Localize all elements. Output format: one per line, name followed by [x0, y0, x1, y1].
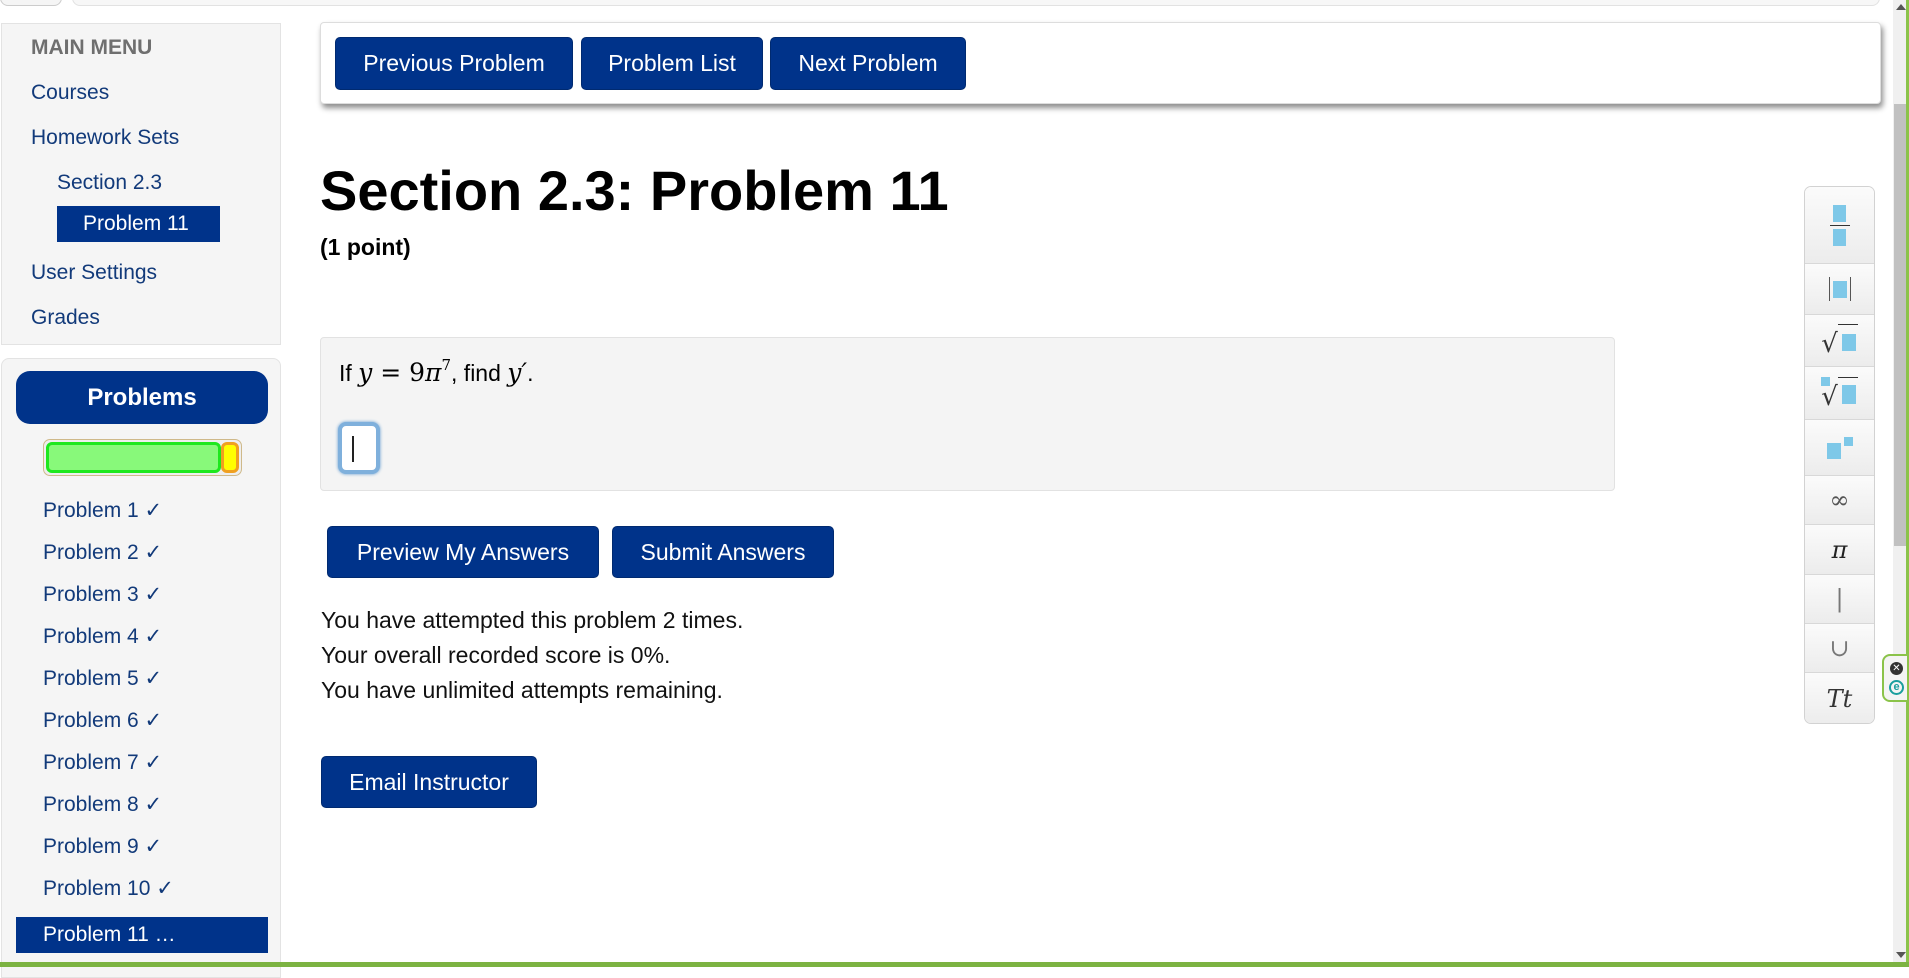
- text-mode-icon: Tt: [1826, 685, 1853, 713]
- progress-partial-segment: [221, 442, 239, 473]
- square-root-icon: √: [1821, 324, 1858, 357]
- scroll-up-arrow-icon[interactable]: [1896, 4, 1906, 10]
- palette-square-root-button[interactable]: √: [1805, 315, 1874, 367]
- pi-icon: π: [1831, 535, 1848, 564]
- progress-correct-segment: [46, 442, 221, 473]
- palette-union-button[interactable]: ∪: [1805, 624, 1874, 673]
- palette-infinity-button[interactable]: ∞: [1805, 476, 1874, 525]
- problems-panel-title: Problems: [16, 371, 268, 424]
- palette-nth-root-button[interactable]: √: [1805, 367, 1874, 420]
- statement-suffix: .: [527, 360, 534, 386]
- math-expression: y = 9π7: [358, 356, 452, 387]
- math-palette: √ √ ∞ π | ∪ Tt: [1804, 186, 1875, 724]
- attempts-message: You have attempted this problem 2 times.: [321, 607, 744, 633]
- browser-top-strip: [0, 0, 1880, 6]
- problem-points: (1 point): [320, 234, 411, 260]
- absolute-value-icon: [1828, 277, 1851, 301]
- progress-bar: [43, 439, 242, 476]
- menu-item-courses[interactable]: Courses: [31, 81, 109, 105]
- menu-item-current-problem[interactable]: Problem 11: [57, 206, 220, 242]
- problem-list-item[interactable]: Problem 8 ✓: [43, 792, 162, 817]
- math-coefficient: 9: [409, 358, 426, 387]
- problem-list-item-current[interactable]: Problem 11 …: [16, 917, 268, 953]
- infinity-icon: ∞: [1829, 486, 1850, 514]
- email-instructor-button[interactable]: Email Instructor: [321, 756, 537, 808]
- union-icon: ∪: [1829, 634, 1850, 662]
- nth-root-icon: √: [1821, 376, 1858, 410]
- palette-pi-button[interactable]: π: [1805, 525, 1874, 575]
- main-menu: MAIN MENU Courses Homework Sets Section …: [1, 23, 281, 345]
- previous-problem-button[interactable]: Previous Problem: [335, 37, 573, 90]
- toolbar-button[interactable]: [0, 0, 62, 6]
- statement-middle: , find: [451, 360, 508, 386]
- scroll-down-arrow-icon[interactable]: [1896, 952, 1906, 958]
- palette-vertical-bar-button[interactable]: |: [1805, 575, 1874, 624]
- problem-body: If y = 9π7, find y′.: [320, 337, 1615, 491]
- text-cursor: [352, 436, 354, 462]
- answer-input[interactable]: [338, 422, 380, 474]
- menu-item-grades[interactable]: Grades: [31, 306, 100, 330]
- submit-answers-button[interactable]: Submit Answers: [612, 526, 834, 578]
- main-menu-heading: MAIN MENU: [31, 36, 153, 59]
- problem-list-item[interactable]: Problem 9 ✓: [43, 834, 162, 859]
- window-bottom-edge: [0, 962, 1909, 967]
- problem-list-item[interactable]: Problem 5 ✓: [43, 666, 162, 691]
- palette-text-button[interactable]: Tt: [1805, 673, 1874, 723]
- statement-prefix: If: [339, 360, 359, 386]
- problems-panel: Problems Problem 1 ✓ Problem 2 ✓ Problem…: [1, 358, 281, 978]
- next-problem-button[interactable]: Next Problem: [770, 37, 966, 90]
- extension-e-icon[interactable]: e: [1889, 680, 1904, 695]
- palette-absolute-value-button[interactable]: [1805, 264, 1874, 315]
- math-exponent: 7: [441, 356, 452, 374]
- math-base: π: [425, 358, 442, 387]
- problem-list-item[interactable]: Problem 7 ✓: [43, 750, 162, 775]
- math-equals: =: [372, 358, 410, 387]
- problem-list-item[interactable]: Problem 1 ✓: [43, 498, 162, 523]
- exponent-icon: [1826, 436, 1853, 459]
- problem-list-item[interactable]: Problem 4 ✓: [43, 624, 162, 649]
- math-var: y: [358, 358, 373, 387]
- menu-item-section[interactable]: Section 2.3: [57, 171, 162, 195]
- problem-nav-bar: Previous Problem Problem List Next Probl…: [320, 22, 1881, 104]
- problem-statement: If y = 9π7, find y′.: [339, 356, 534, 387]
- toolbar-bar: [72, 0, 1880, 6]
- preview-answers-button[interactable]: Preview My Answers: [327, 526, 599, 578]
- palette-fraction-button[interactable]: [1805, 187, 1874, 264]
- problem-list-item[interactable]: Problem 3 ✓: [43, 582, 162, 607]
- menu-item-user-settings[interactable]: User Settings: [31, 261, 157, 285]
- menu-item-homework-sets[interactable]: Homework Sets: [31, 126, 179, 150]
- close-icon[interactable]: ✕: [1890, 662, 1903, 675]
- page-title: Section 2.3: Problem 11: [320, 159, 949, 222]
- fraction-icon: [1829, 204, 1850, 246]
- remaining-attempts-message: You have unlimited attempts remaining.: [321, 677, 723, 703]
- problem-list-item[interactable]: Problem 6 ✓: [43, 708, 162, 733]
- problem-list-button[interactable]: Problem List: [581, 37, 763, 90]
- vertical-bar-icon: |: [1835, 585, 1844, 613]
- problem-list-item[interactable]: Problem 10 ✓: [43, 876, 174, 901]
- extension-widget: ✕ e: [1882, 654, 1909, 702]
- palette-exponent-button[interactable]: [1805, 420, 1874, 476]
- problem-list-item[interactable]: Problem 2 ✓: [43, 540, 162, 565]
- math-target: y′: [507, 358, 528, 387]
- score-message: Your overall recorded score is 0%.: [321, 642, 671, 668]
